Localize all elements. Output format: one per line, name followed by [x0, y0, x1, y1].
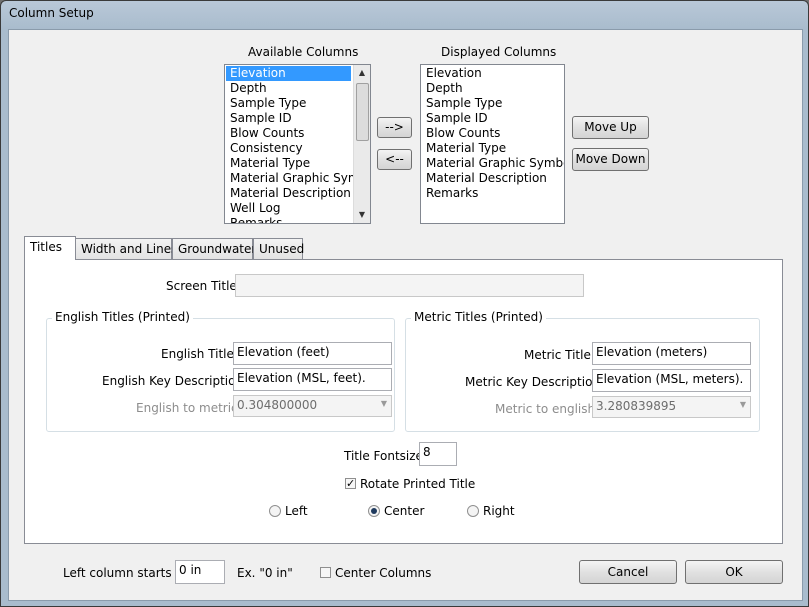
- available-column-item[interactable]: Sample ID: [226, 111, 351, 126]
- displayed-column-item[interactable]: Depth: [422, 81, 562, 96]
- displayed-column-item[interactable]: Elevation: [422, 66, 562, 81]
- window-title: Column Setup: [9, 6, 94, 20]
- metric-to-english-select[interactable]: 3.280839895 ▼: [592, 396, 751, 418]
- english-title-input[interactable]: Elevation (feet): [233, 342, 392, 365]
- align-left-label: Left: [285, 504, 308, 518]
- displayed-column-item[interactable]: Material Type: [422, 141, 562, 156]
- left-column-example-text: Ex. "0 in": [237, 566, 293, 580]
- displayed-columns-label: Displayed Columns: [441, 45, 557, 59]
- english-titles-group-title: English Titles (Printed): [52, 310, 193, 324]
- english-key-description-input[interactable]: Elevation (MSL, feet).: [233, 368, 392, 391]
- align-center-radio[interactable]: [368, 505, 380, 517]
- align-center-label: Center: [384, 504, 425, 518]
- metric-key-description-label: Metric Key Description:: [465, 375, 605, 389]
- available-columns-list[interactable]: Elevation Depth Sample Type Sample ID Blow C…: [224, 64, 371, 224]
- english-title-label: English Title:: [161, 347, 238, 361]
- available-list-scrollbar[interactable]: ▲ ▼: [353, 65, 370, 223]
- available-column-item[interactable]: Remarks: [226, 216, 351, 223]
- available-columns-label: Available Columns: [248, 45, 359, 59]
- metric-key-description-input[interactable]: Elevation (MSL, meters).: [592, 369, 751, 392]
- displayed-column-item[interactable]: Material Graphic Symbol: [422, 156, 564, 171]
- scroll-up-arrow-icon[interactable]: ▲: [354, 65, 370, 81]
- english-to-metric-value: 0.304800000: [237, 398, 318, 412]
- displayed-column-item[interactable]: Sample Type: [422, 96, 562, 111]
- available-column-item[interactable]: Elevation: [226, 66, 351, 81]
- title-bar[interactable]: Column Setup: [1, 1, 808, 29]
- tab-groundwater[interactable]: Groundwater: [172, 238, 256, 259]
- english-key-description-label: English Key Description:: [102, 374, 248, 388]
- displayed-column-item[interactable]: Blow Counts: [422, 126, 562, 141]
- scroll-down-arrow-icon[interactable]: ▼: [354, 207, 370, 223]
- available-column-item[interactable]: Material Type: [226, 156, 351, 171]
- available-column-item[interactable]: Material Graphic Sym...: [226, 171, 370, 186]
- scroll-thumb[interactable]: [356, 83, 369, 141]
- english-to-metric-select[interactable]: 0.304800000 ▼: [233, 395, 392, 417]
- add-column-button[interactable]: -->: [377, 117, 412, 138]
- screen-title-label: Screen Title:: [166, 279, 241, 293]
- align-right-radio[interactable]: [467, 505, 479, 517]
- move-down-button[interactable]: Move Down: [572, 148, 649, 171]
- dialog-body: Available Columns Elevation Depth Sample T…: [8, 29, 803, 601]
- move-up-button[interactable]: Move Up: [572, 116, 649, 139]
- displayed-columns-list[interactable]: Elevation Depth Sample Type Sample ID Blow C…: [420, 64, 565, 224]
- available-column-item[interactable]: Well Log: [226, 201, 351, 216]
- metric-to-english-label: Metric to english:: [495, 402, 600, 416]
- rotate-printed-title-label: Rotate Printed Title: [360, 477, 476, 491]
- available-column-item[interactable]: Blow Counts: [226, 126, 351, 141]
- ok-button[interactable]: OK: [685, 560, 783, 584]
- chevron-down-icon: ▼: [739, 400, 746, 409]
- align-left-radio[interactable]: [269, 505, 281, 517]
- available-column-item[interactable]: Consistency: [226, 141, 351, 156]
- metric-titles-group-title: Metric Titles (Printed): [411, 310, 546, 324]
- chevron-down-icon: ▼: [380, 399, 387, 408]
- screen-title-input[interactable]: [235, 274, 584, 297]
- title-fontsize-label: Title Fontsize:: [344, 449, 427, 463]
- center-columns-checkbox[interactable]: [320, 567, 331, 578]
- metric-title-input[interactable]: Elevation (meters): [592, 342, 751, 365]
- available-column-item[interactable]: Material Description: [226, 186, 351, 201]
- left-column-starts-label: Left column starts at:: [63, 566, 192, 580]
- column-setup-window: Column Setup Available Columns Elevation…: [0, 0, 809, 607]
- remove-column-button[interactable]: <--: [377, 149, 412, 170]
- titles-tab-panel: Screen Title: English Titles (Printed) E…: [24, 259, 783, 544]
- title-fontsize-input[interactable]: 8: [419, 442, 457, 466]
- center-columns-label: Center Columns: [335, 566, 432, 580]
- available-column-item[interactable]: Sample Type: [226, 96, 351, 111]
- tab-titles[interactable]: Titles: [24, 236, 76, 260]
- metric-title-label: Metric Title:: [524, 348, 595, 362]
- tab-unused[interactable]: Unused: [253, 238, 304, 259]
- rotate-printed-title-checkbox[interactable]: ✓: [345, 478, 356, 489]
- displayed-column-item[interactable]: Remarks: [422, 186, 562, 201]
- english-to-metric-label: English to metric:: [136, 401, 242, 415]
- displayed-column-item[interactable]: Sample ID: [422, 111, 562, 126]
- left-column-starts-input[interactable]: 0 in: [175, 560, 225, 584]
- align-right-label: Right: [483, 504, 515, 518]
- available-column-item[interactable]: Depth: [226, 81, 351, 96]
- cancel-button[interactable]: Cancel: [579, 560, 677, 584]
- metric-to-english-value: 3.280839895: [596, 399, 677, 413]
- tab-width-and-lines[interactable]: Width and Lines: [75, 238, 177, 259]
- displayed-column-item[interactable]: Material Description: [422, 171, 562, 186]
